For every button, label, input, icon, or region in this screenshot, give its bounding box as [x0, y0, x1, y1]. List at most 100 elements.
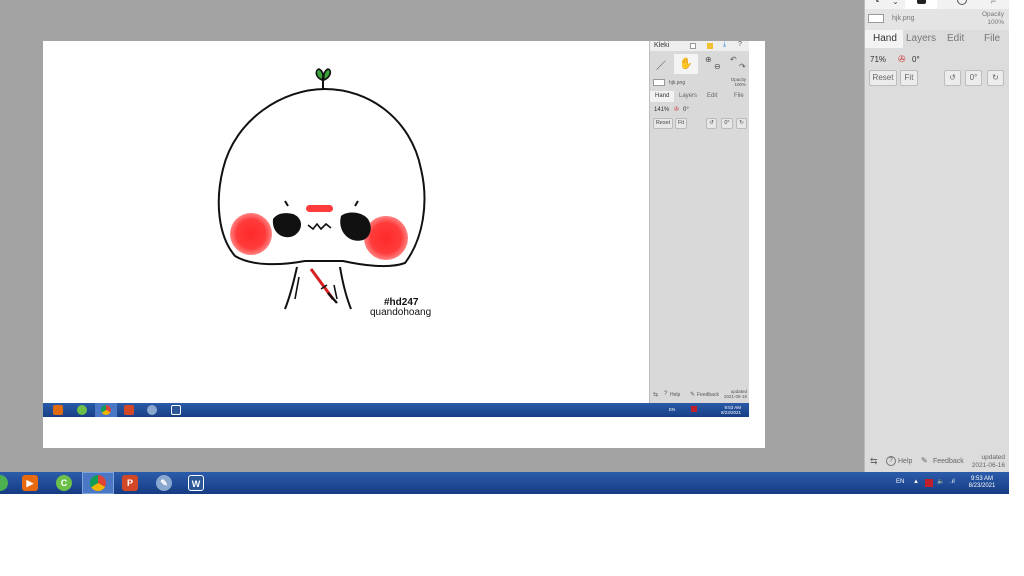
inner-help-link[interactable]: Help: [670, 392, 680, 398]
inner-help-circle-icon[interactable]: ?: [664, 391, 667, 397]
inner-tab-hand[interactable]: Hand: [655, 93, 669, 99]
inner-help-icon[interactable]: ?: [738, 41, 742, 48]
inner-media-icon: [53, 405, 63, 415]
inner-feedback-icon[interactable]: ✎: [690, 391, 695, 398]
sprout-leaf-right: [322, 68, 332, 82]
inner-folder-icon[interactable]: [707, 43, 713, 49]
fit-button[interactable]: Fit: [900, 70, 918, 86]
inner-opacity: Opacity 100%: [731, 77, 746, 87]
zoom-value: 71%: [870, 55, 887, 64]
inner-app-name: Kleki: [654, 42, 670, 49]
inner-feedback-link[interactable]: Feedback: [697, 392, 719, 398]
desktop-screen: #hd247 quandohoang Kleki ⤓ ? ／ ✋ ⊕ ⊖ ↶ ↷…: [0, 0, 1024, 576]
inner-rotate-left-button[interactable]: ↺: [706, 118, 717, 129]
rotation-value: 0°: [912, 55, 920, 64]
inner-rotation-value: 0°: [683, 107, 689, 113]
swap-icon[interactable]: ⇆: [870, 456, 878, 467]
rotate-left-button[interactable]: ↺: [944, 70, 961, 86]
inner-tab-file[interactable]: File: [734, 93, 744, 99]
inner-download-icon[interactable]: ⤓: [723, 41, 726, 49]
inner-zoom-value: 141%: [654, 107, 670, 113]
body-right-line: [339, 266, 352, 310]
help-circle-icon[interactable]: ?: [886, 456, 896, 466]
inner-date: 8/23/2021: [720, 410, 741, 415]
tool-row-top: ↙ ⌄ ⌐: [865, 0, 1010, 9]
volume-icon[interactable]: 🔈: [937, 479, 944, 486]
nose-blush: [306, 205, 333, 212]
reset-button[interactable]: Reset: [869, 70, 897, 86]
inner-cococ-icon: [77, 405, 87, 415]
layer-opacity: Opacity 100%: [982, 11, 1004, 27]
feedback-link[interactable]: Feedback: [933, 458, 964, 465]
help-link[interactable]: Help: [898, 458, 912, 465]
inner-tab-edit[interactable]: Edit: [707, 93, 717, 99]
updated-info: updated 2021-06-16: [972, 454, 1005, 470]
network-icon[interactable]: .ıl: [950, 479, 955, 486]
media-player-icon[interactable]: ▶: [22, 475, 38, 491]
inner-layer-row: hjk.png Opacity 100%: [650, 76, 749, 90]
zoom-tool-icon[interactable]: [957, 0, 967, 5]
tab-edit[interactable]: Edit: [947, 33, 964, 44]
canvas-frame[interactable]: #hd247 quandohoang Kleki ⤓ ? ／ ✋ ⊕ ⊖ ↶ ↷…: [43, 41, 765, 448]
tray-expand-icon[interactable]: ▲: [913, 479, 919, 486]
opacity-value: 100%: [987, 19, 1004, 26]
pasted-screenshot-layer: #hd247 quandohoang Kleki ⤓ ? ／ ✋ ⊕ ⊖ ↶ ↷…: [43, 41, 749, 417]
chrome-icon[interactable]: [90, 475, 106, 491]
screen-edge: [1009, 0, 1024, 494]
inner-undo-icon[interactable]: ↶: [730, 55, 737, 64]
inner-updated: updated 2021-06-16: [724, 389, 747, 399]
kleki-workspace[interactable]: #hd247 quandohoang Kleki ⤓ ? ／ ✋ ⊕ ⊖ ↶ ↷…: [0, 0, 864, 472]
tab-layers[interactable]: Layers: [906, 33, 936, 44]
inner-zoom-out-icon[interactable]: ⊖: [714, 62, 721, 71]
layer-thumbnail: [868, 14, 884, 23]
opacity-label: Opacity: [981, 11, 1004, 18]
inner-new-icon[interactable]: [690, 43, 696, 49]
clock[interactable]: 9:53 AM 8/23/2021: [966, 476, 998, 490]
updated-date: 2021-06-16: [971, 462, 1005, 469]
rotate-zero-button[interactable]: 0°: [965, 70, 982, 86]
powerpoint-icon[interactable]: P: [122, 475, 138, 491]
layer-file-name: hjk.png: [892, 15, 915, 22]
inner-swap-icon[interactable]: ⇆: [653, 391, 658, 398]
start-icon[interactable]: [0, 475, 8, 491]
inner-rotate-zero-button[interactable]: 0°: [721, 118, 733, 129]
inner-opacity-value: 100%: [734, 82, 746, 87]
inner-brush-icon[interactable]: ／: [656, 57, 666, 72]
chevron-down-icon[interactable]: ⌄: [892, 0, 899, 6]
inner-redo-icon[interactable]: ↷: [739, 62, 746, 71]
word-icon[interactable]: W: [188, 475, 204, 491]
rotate-right-button[interactable]: ↻: [987, 70, 1004, 86]
inner-tab-layers[interactable]: Layers: [679, 93, 697, 99]
hand-tool-icon[interactable]: [917, 0, 926, 4]
drawing-area[interactable]: #hd247 quandohoang: [43, 41, 649, 403]
inner-tool-row: ／ ✋ ⊕ ⊖ ↶ ↷: [650, 53, 749, 75]
brush-tool-icon[interactable]: ↙: [875, 0, 883, 5]
inner-fit-button[interactable]: Fit: [675, 118, 687, 129]
paint-icon[interactable]: ✎: [156, 475, 172, 491]
inner-updated-date: 2021-06-16: [723, 394, 747, 399]
inner-tray-icon: [691, 406, 697, 412]
blush-right: [364, 216, 408, 260]
updated-label: updated: [981, 454, 1006, 461]
cococ-browser-icon[interactable]: C: [56, 475, 72, 491]
compass-icon: ✇: [898, 54, 906, 64]
inner-layer-thumb: [653, 79, 665, 86]
tool-panel: ↙ ⌄ ⌐ hjk.png Opacity 100% Hand Layers E…: [864, 0, 1010, 472]
inner-title-bar: Kleki ⤓ ?: [650, 41, 749, 51]
tab-hand[interactable]: Hand: [873, 33, 897, 44]
clock-time: 9:53 AM: [970, 476, 993, 482]
feedback-icon[interactable]: ✎: [921, 456, 928, 465]
inner-rotate-right-button[interactable]: ↻: [736, 118, 747, 129]
language-indicator[interactable]: EN: [896, 479, 904, 486]
inner-reset-button[interactable]: Reset: [653, 118, 673, 129]
layer-row: hjk.png Opacity 100%: [865, 9, 1010, 30]
inner-lang: EN: [669, 407, 676, 412]
body-left-line: [284, 266, 298, 310]
windows-taskbar: ▶ C P ✎ W EN ▲ 🔈 .ıl 9:53 AM 8/23/2021: [0, 472, 1009, 494]
tab-file[interactable]: File: [984, 33, 1000, 44]
redo-icon[interactable]: ⌐: [991, 0, 996, 6]
antivirus-tray-icon[interactable]: [925, 479, 933, 487]
inner-zoom-in-icon[interactable]: ⊕: [705, 55, 712, 64]
arm-right-line: [333, 284, 338, 300]
inner-hand-icon[interactable]: ✋: [674, 54, 698, 74]
